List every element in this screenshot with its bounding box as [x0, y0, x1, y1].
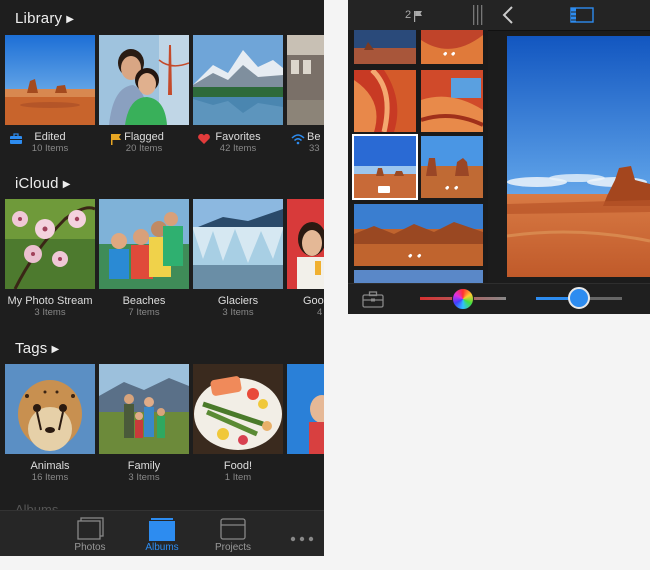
thumbnail-favorited[interactable]	[421, 30, 483, 64]
chevron-right-icon: ▶	[66, 14, 75, 25]
album-label-good: Good	[303, 295, 324, 307]
section-title-library: Library	[15, 10, 63, 27]
thumbnail[interactable]	[354, 270, 483, 283]
thumbnail-favorited[interactable]	[421, 136, 483, 198]
brightness-slider[interactable]	[536, 287, 622, 309]
album-tile-beaches[interactable]	[99, 199, 189, 289]
section-header-library[interactable]: Library ▶	[15, 10, 74, 27]
drag-handle-icon[interactable]	[471, 5, 485, 30]
album-count-my-photo-stream: 3 Items	[34, 307, 66, 318]
album-label-glaciers: Glaciers	[217, 295, 259, 307]
tag-tile-animals[interactable]	[5, 364, 95, 454]
main-photo-view[interactable]	[507, 36, 650, 277]
tab-label-projects: Projects	[214, 542, 252, 553]
tag-count-food: 1 Item	[224, 472, 252, 483]
more-icon	[290, 529, 314, 547]
album-count-glaciers: 3 Items	[222, 307, 254, 318]
thumbnail-selected[interactable]	[352, 134, 418, 200]
brightness-slider-knob[interactable]	[568, 287, 590, 309]
tag-tile-partial[interactable]	[287, 364, 324, 454]
section-header-icloud[interactable]: iCloud ▶	[15, 175, 71, 192]
thumbnail-favorited[interactable]	[354, 204, 483, 266]
tag-label-food: Food!	[223, 460, 253, 472]
hue-slider-knob[interactable]	[452, 288, 474, 310]
tag-count-animals: 16 Items	[31, 472, 69, 483]
tab-more[interactable]	[272, 515, 324, 556]
thumbnail[interactable]	[421, 70, 483, 132]
tab-label-photos: Photos	[74, 542, 106, 553]
album-label-my-photo-stream: My Photo Stream	[7, 295, 93, 307]
editor-panel: 2	[348, 0, 650, 314]
icloud-row: My Photo Stream 3 Items Beaches 7 Items	[5, 199, 324, 329]
album-tile-glaciers[interactable]	[193, 199, 283, 289]
wifi-icon	[291, 132, 305, 145]
section-header-tags[interactable]: Tags ▶	[15, 340, 59, 357]
album-label-beaches: Beaches	[122, 295, 166, 307]
library-panel: Library ▶ Edited 10 Items Flagged 20 Ite…	[0, 0, 324, 556]
tag-label-family: Family	[127, 460, 161, 472]
tab-projects[interactable]: Projects	[203, 515, 263, 556]
thumbnail[interactable]	[354, 70, 416, 132]
tab-label-albums: Albums	[145, 542, 179, 553]
tab-albums[interactable]: Albums	[132, 515, 192, 556]
flag-count: 2	[405, 9, 412, 21]
album-count-good: 4	[317, 307, 323, 318]
album-tile-favorites[interactable]	[193, 35, 283, 125]
filmstrip-icon[interactable]	[570, 7, 594, 28]
album-label-be: Be	[307, 131, 321, 143]
album-label-edited: Edited	[34, 131, 66, 143]
tag-label-animals: Animals	[30, 460, 70, 472]
tab-photos[interactable]: Photos	[60, 515, 120, 556]
album-label-flagged: Flagged	[124, 131, 164, 143]
album-count-be: 33	[309, 143, 320, 154]
tag-count-family: 3 Items	[128, 472, 160, 483]
tag-tile-family[interactable]	[99, 364, 189, 454]
library-row: Edited 10 Items Flagged 20 Items Favorit…	[5, 35, 324, 165]
section-title-icloud: iCloud	[15, 175, 59, 192]
section-title-tags: Tags	[15, 340, 48, 357]
album-count-favorites: 42 Items	[219, 143, 257, 154]
tag-tile-food[interactable]	[193, 364, 283, 454]
back-chevron-icon[interactable]	[502, 6, 514, 29]
album-tile-flagged[interactable]	[99, 35, 189, 125]
album-count-flagged: 20 Items	[125, 143, 163, 154]
hue-slider[interactable]	[420, 288, 506, 310]
tab-bar: Photos Albums Projects	[0, 510, 324, 556]
chevron-right-icon: ▶	[51, 344, 60, 355]
album-label-favorites: Favorites	[215, 131, 261, 143]
thumbnail-strip[interactable]	[348, 30, 488, 283]
album-tile-my-photo-stream[interactable]	[5, 199, 95, 289]
album-tile-be[interactable]	[287, 35, 324, 125]
album-tile-edited[interactable]	[5, 35, 95, 125]
toolbox-icon[interactable]	[362, 291, 384, 313]
album-tile-good[interactable]	[287, 199, 324, 289]
editor-toolbar: 2	[348, 0, 650, 31]
thumbnail[interactable]	[354, 30, 416, 64]
chevron-right-icon: ▶	[62, 179, 71, 190]
editor-bottom-toolbar	[348, 283, 650, 314]
album-count-edited: 10 Items	[31, 143, 69, 154]
flag-icon[interactable]	[413, 9, 423, 27]
tags-row: Animals 16 Items Family 3 Items Food! 1 …	[5, 364, 324, 494]
album-count-beaches: 7 Items	[128, 307, 160, 318]
